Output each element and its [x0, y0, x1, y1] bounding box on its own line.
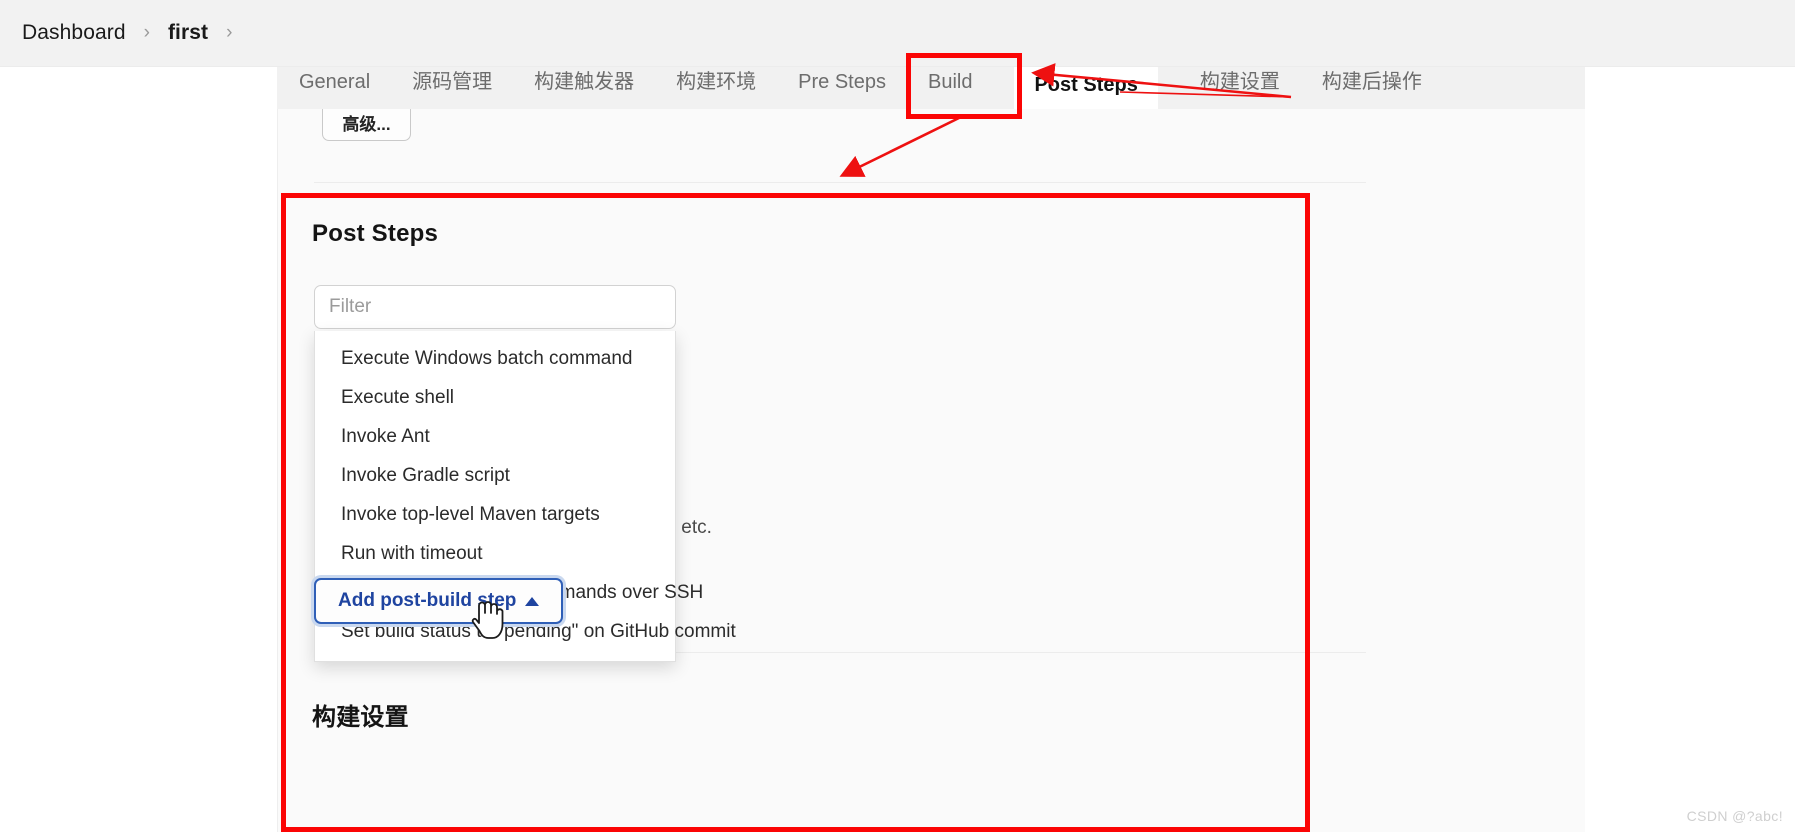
dropdown-item-execute-windows-batch-command[interactable]: Execute Windows batch command — [315, 339, 675, 378]
section-divider-top — [314, 182, 1366, 183]
filter-input[interactable] — [314, 285, 676, 329]
breadcrumb-separator-icon: › — [143, 22, 150, 43]
dropdown-item-run-with-timeout[interactable]: Run with timeout — [315, 534, 675, 573]
watermark: CSDN @?abc! — [1686, 808, 1783, 824]
build-settings-heading: 构建设置 — [312, 704, 409, 731]
add-post-build-step-label: Add post-build step — [338, 590, 517, 611]
caret-up-icon — [525, 596, 540, 606]
dropdown-item-execute-shell[interactable]: Execute shell — [315, 378, 675, 417]
breadcrumb-item-dashboard[interactable]: Dashboard — [22, 21, 126, 45]
add-post-build-step-wrapper: Add post-build step — [314, 578, 564, 624]
breadcrumb: Dashboard › first › — [0, 0, 1795, 67]
post-steps-heading: Post Steps — [312, 220, 439, 247]
app-root: 高级... Dashboard › first › General 源码管理 构… — [0, 0, 1795, 832]
breadcrumb-separator-icon-2: › — [226, 22, 233, 43]
dropdown-item-invoke-gradle-script[interactable]: Invoke Gradle script — [315, 456, 675, 495]
tab-post-steps[interactable]: Post Steps — [1014, 61, 1158, 109]
dropdown-item-invoke-ant[interactable]: Invoke Ant — [315, 417, 675, 456]
dropdown-item-invoke-maven-targets[interactable]: Invoke top-level Maven targets — [315, 495, 675, 534]
add-post-build-step-button[interactable]: Add post-build step — [314, 578, 564, 624]
breadcrumb-item-first[interactable]: first — [168, 21, 208, 45]
